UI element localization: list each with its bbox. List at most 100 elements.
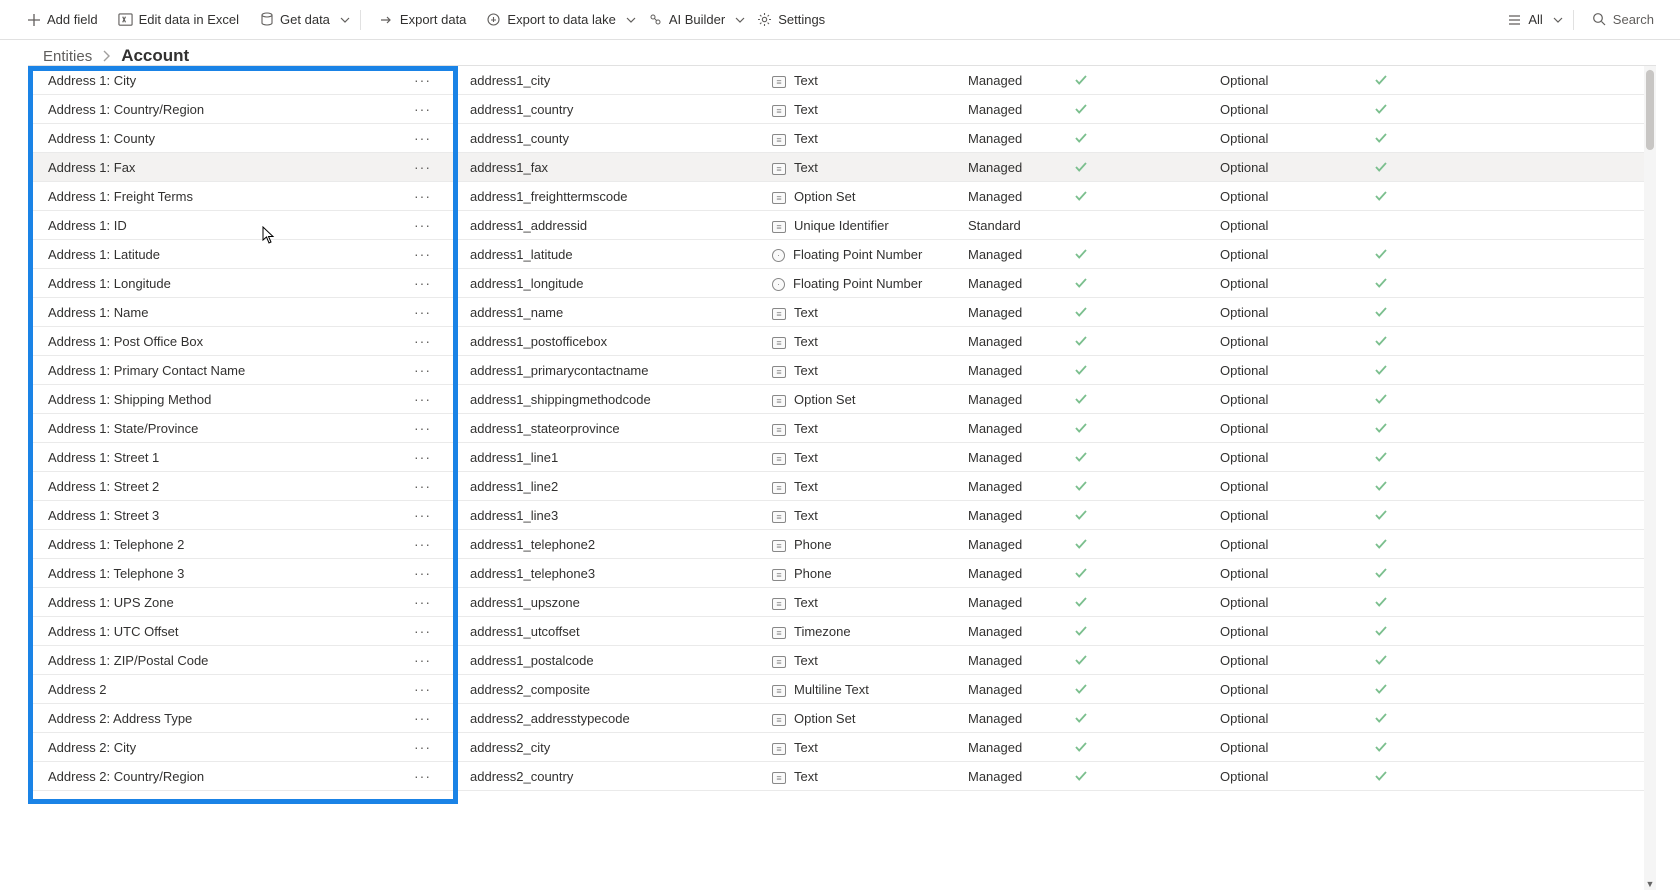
field-data-type: Phone <box>794 566 832 581</box>
field-required: Optional <box>1220 218 1374 233</box>
field-customizable-check <box>1074 537 1220 551</box>
field-type-icon: ≡ <box>772 595 786 610</box>
field-kind: Managed <box>968 421 1074 436</box>
field-kind: Managed <box>968 711 1074 726</box>
settings-button[interactable]: Settings <box>749 8 833 31</box>
row-more-button[interactable]: ··· <box>411 740 434 754</box>
view-all-button[interactable]: All <box>1499 8 1550 31</box>
field-data-type: Text <box>794 421 818 436</box>
row-more-button[interactable]: ··· <box>411 653 434 667</box>
field-customizable-check <box>1074 508 1220 522</box>
row-more-button[interactable]: ··· <box>411 305 434 319</box>
row-more-button[interactable]: ··· <box>411 334 434 348</box>
field-schema-name: address1_line3 <box>448 508 772 523</box>
table-row[interactable]: Address 2: Address Type ··· address2_add… <box>28 704 1644 733</box>
table-row[interactable]: Address 1: Latitude ··· address1_latitud… <box>28 240 1644 269</box>
export-data-button[interactable]: Export data <box>371 8 475 31</box>
row-more-button[interactable]: ··· <box>411 276 434 290</box>
table-row[interactable]: Address 1: Street 3 ··· address1_line3 ≡… <box>28 501 1644 530</box>
row-more-button[interactable]: ··· <box>411 508 434 522</box>
edit-excel-label: Edit data in Excel <box>139 12 239 27</box>
get-data-chevron[interactable] <box>340 15 350 25</box>
row-more-button[interactable]: ··· <box>411 595 434 609</box>
row-more-button[interactable]: ··· <box>411 102 434 116</box>
export-lake-chevron[interactable] <box>626 15 636 25</box>
row-more-button[interactable]: ··· <box>411 218 434 232</box>
table-row[interactable]: Address 1: UTC Offset ··· address1_utcof… <box>28 617 1644 646</box>
table-row[interactable]: Address 1: Fax ··· address1_fax ≡ Text M… <box>28 153 1644 182</box>
view-all-chevron[interactable] <box>1553 15 1563 25</box>
field-display-name: Address 1: ID <box>48 218 127 233</box>
table-row[interactable]: Address 1: City ··· address1_city ≡ Text… <box>28 66 1644 95</box>
settings-label: Settings <box>778 12 825 27</box>
table-row[interactable]: Address 2: Country/Region ··· address2_c… <box>28 762 1644 791</box>
row-more-button[interactable]: ··· <box>411 769 434 783</box>
field-required: Optional <box>1220 392 1374 407</box>
row-more-button[interactable]: ··· <box>411 189 434 203</box>
table-row[interactable]: Address 1: Telephone 3 ··· address1_tele… <box>28 559 1644 588</box>
row-more-button[interactable]: ··· <box>411 421 434 435</box>
table-row[interactable]: Address 1: Country/Region ··· address1_c… <box>28 95 1644 124</box>
row-more-button[interactable]: ··· <box>411 363 434 377</box>
row-more-button[interactable]: ··· <box>411 73 434 87</box>
row-more-button[interactable]: ··· <box>411 160 434 174</box>
field-kind: Managed <box>968 508 1074 523</box>
field-kind: Managed <box>968 653 1074 668</box>
field-searchable-check <box>1374 711 1434 725</box>
table-row[interactable]: Address 1: Longitude ··· address1_longit… <box>28 269 1644 298</box>
field-required: Optional <box>1220 102 1374 117</box>
row-more-button[interactable]: ··· <box>411 392 434 406</box>
scroll-down-arrow[interactable]: ▼ <box>1644 878 1656 890</box>
table-row[interactable]: Address 1: State/Province ··· address1_s… <box>28 414 1644 443</box>
field-display-name: Address 1: Telephone 2 <box>48 537 184 552</box>
row-more-button[interactable]: ··· <box>411 682 434 696</box>
field-required: Optional <box>1220 363 1374 378</box>
field-display-name: Address 1: Latitude <box>48 247 160 262</box>
field-kind: Managed <box>968 479 1074 494</box>
row-more-button[interactable]: ··· <box>411 131 434 145</box>
table-row[interactable]: Address 1: Street 1 ··· address1_line1 ≡… <box>28 443 1644 472</box>
table-row[interactable]: Address 1: County ··· address1_county ≡ … <box>28 124 1644 153</box>
row-more-button[interactable]: ··· <box>411 537 434 551</box>
table-row[interactable]: Address 1: ID ··· address1_addressid ≡ U… <box>28 211 1644 240</box>
ai-builder-button[interactable]: AI Builder <box>640 8 733 31</box>
field-required: Optional <box>1220 624 1374 639</box>
table-row[interactable]: Address 1: Shipping Method ··· address1_… <box>28 385 1644 414</box>
search-button[interactable]: Search <box>1584 8 1662 31</box>
field-required: Optional <box>1220 160 1374 175</box>
row-more-button[interactable]: ··· <box>411 247 434 261</box>
scrollbar-thumb[interactable] <box>1646 70 1654 150</box>
breadcrumb: Entities Account <box>0 40 1680 68</box>
row-more-button[interactable]: ··· <box>411 711 434 725</box>
row-more-button[interactable]: ··· <box>411 450 434 464</box>
field-schema-name: address1_latitude <box>448 247 772 262</box>
field-data-type: Unique Identifier <box>794 218 889 233</box>
command-bar-left: Add field Edit data in Excel Get data Ex… <box>18 8 1495 31</box>
add-field-button[interactable]: Add field <box>18 8 106 31</box>
field-required: Optional <box>1220 334 1374 349</box>
table-row[interactable]: Address 1: Name ··· address1_name ≡ Text… <box>28 298 1644 327</box>
table-row[interactable]: Address 1: Telephone 2 ··· address1_tele… <box>28 530 1644 559</box>
table-row[interactable]: Address 2 ··· address2_composite ≡ Multi… <box>28 675 1644 704</box>
field-display-name: Address 1: Street 3 <box>48 508 159 523</box>
vertical-scrollbar[interactable]: ▲ ▼ <box>1644 66 1656 890</box>
export-lake-button[interactable]: Export to data lake <box>478 8 623 31</box>
table-row[interactable]: Address 1: Primary Contact Name ··· addr… <box>28 356 1644 385</box>
table-row[interactable]: Address 1: Street 2 ··· address1_line2 ≡… <box>28 472 1644 501</box>
field-display-name: Address 1: Longitude <box>48 276 171 291</box>
table-row[interactable]: Address 1: Freight Terms ··· address1_fr… <box>28 182 1644 211</box>
field-type-icon: ≡ <box>772 450 786 465</box>
table-row[interactable]: Address 1: ZIP/Postal Code ··· address1_… <box>28 646 1644 675</box>
table-row[interactable]: Address 1: UPS Zone ··· address1_upszone… <box>28 588 1644 617</box>
get-data-button[interactable]: Get data <box>251 8 338 31</box>
edit-excel-button[interactable]: Edit data in Excel <box>110 8 247 31</box>
row-more-button[interactable]: ··· <box>411 624 434 638</box>
table-row[interactable]: Address 2: City ··· address2_city ≡ Text… <box>28 733 1644 762</box>
row-more-button[interactable]: ··· <box>411 566 434 580</box>
breadcrumb-root[interactable]: Entities <box>43 48 92 65</box>
field-required: Optional <box>1220 247 1374 262</box>
table-row[interactable]: Address 1: Post Office Box ··· address1_… <box>28 327 1644 356</box>
ai-builder-chevron[interactable] <box>735 15 745 25</box>
field-schema-name: address1_line1 <box>448 450 772 465</box>
row-more-button[interactable]: ··· <box>411 479 434 493</box>
